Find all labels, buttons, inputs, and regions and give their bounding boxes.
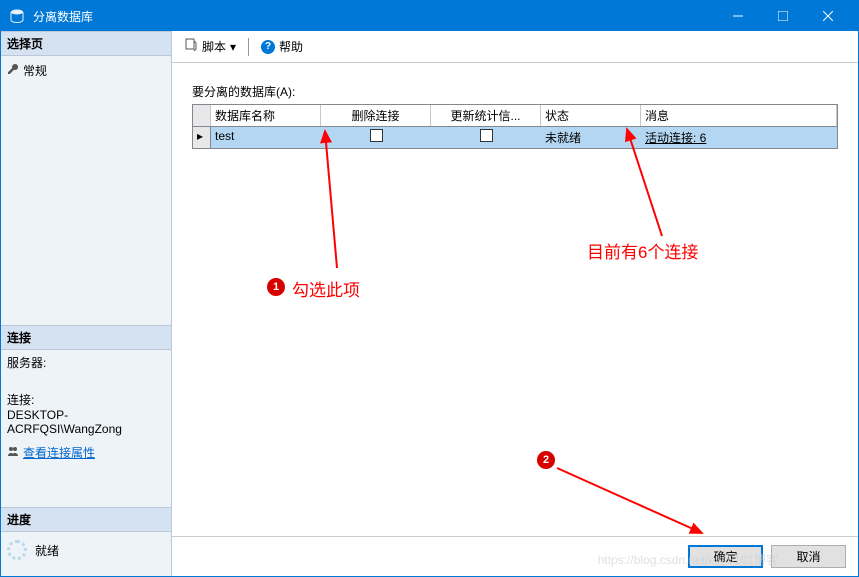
cell-message-link[interactable]: 活动连接: 6: [645, 131, 706, 145]
grid-corner: [193, 105, 211, 126]
annotation-connections: 目前有6个连接: [587, 238, 698, 263]
script-label: 脚本: [202, 38, 226, 55]
annotation-badge-1: 1: [267, 278, 285, 296]
watermark: https://blog.csdn.net/e@5101博客: [598, 551, 778, 568]
col-message[interactable]: 消息: [641, 105, 837, 126]
databases-label: 要分离的数据库(A):: [192, 83, 838, 100]
script-icon: [184, 38, 198, 55]
view-props-link[interactable]: 查看连接属性: [23, 444, 95, 461]
server-value: [7, 371, 165, 385]
main-panel: 脚本 ▾ ? 帮助 要分离的数据库(A): 数据库名称 删除连接 更新统计信..…: [172, 31, 858, 576]
connection-label: 连接:: [7, 391, 165, 408]
script-button[interactable]: 脚本 ▾: [180, 36, 240, 57]
progress-header: 进度: [1, 507, 171, 532]
select-page-header: 选择页: [1, 31, 171, 56]
content-area: 要分离的数据库(A): 数据库名称 删除连接 更新统计信... 状态 消息 ▸ …: [172, 63, 858, 536]
nav-general-label: 常规: [23, 62, 47, 79]
progress-spinner-icon: [7, 540, 27, 560]
grid-header: 数据库名称 删除连接 更新统计信... 状态 消息: [193, 105, 837, 127]
help-icon: ?: [261, 40, 275, 54]
annotation-arrow-3: [552, 463, 712, 543]
view-connection-properties[interactable]: 查看连接属性: [7, 442, 165, 463]
toolbar: 脚本 ▾ ? 帮助: [172, 31, 858, 63]
table-row[interactable]: ▸ test 未就绪 活动连接: 6: [193, 127, 837, 148]
minimize-button[interactable]: [715, 1, 760, 31]
annotation-check-this: 勾选此项: [292, 276, 360, 301]
col-database-name[interactable]: 数据库名称: [211, 105, 321, 126]
help-button[interactable]: ? 帮助: [257, 36, 307, 57]
col-drop-connections[interactable]: 删除连接: [321, 105, 431, 126]
databases-grid: 数据库名称 删除连接 更新统计信... 状态 消息 ▸ test 未就绪 活动连…: [192, 104, 838, 149]
col-update-stats[interactable]: 更新统计信...: [431, 105, 541, 126]
toolbar-separator: [248, 38, 249, 56]
window-title: 分离数据库: [33, 8, 715, 25]
app-icon: [9, 8, 25, 24]
progress-status: 就绪: [35, 542, 59, 559]
connection-value: DESKTOP-ACRFQSI\WangZong: [7, 408, 165, 436]
dropdown-icon: ▾: [230, 40, 236, 54]
connection-header: 连接: [1, 325, 171, 350]
cell-status: 未就绪: [541, 127, 641, 148]
titlebar: 分离数据库: [1, 1, 858, 31]
cancel-button[interactable]: 取消: [771, 545, 846, 568]
nav-general[interactable]: 常规: [7, 60, 165, 81]
row-header[interactable]: ▸: [193, 127, 211, 148]
update-stats-checkbox[interactable]: [480, 129, 493, 142]
people-icon: [7, 445, 19, 460]
drop-connections-checkbox[interactable]: [370, 129, 383, 142]
col-status[interactable]: 状态: [541, 105, 641, 126]
server-label: 服务器:: [7, 354, 165, 371]
sidebar: 选择页 常规 连接 服务器: 连接: DESKTOP-ACRFQSI\WangZ…: [1, 31, 172, 576]
close-button[interactable]: [805, 1, 850, 31]
maximize-button[interactable]: [760, 1, 805, 31]
annotation-badge-2: 2: [537, 451, 555, 469]
help-label: 帮助: [279, 38, 303, 55]
footer: https://blog.csdn.net/e@5101博客 确定 取消: [172, 536, 858, 576]
cell-database-name: test: [211, 127, 321, 148]
wrench-icon: [7, 63, 19, 78]
